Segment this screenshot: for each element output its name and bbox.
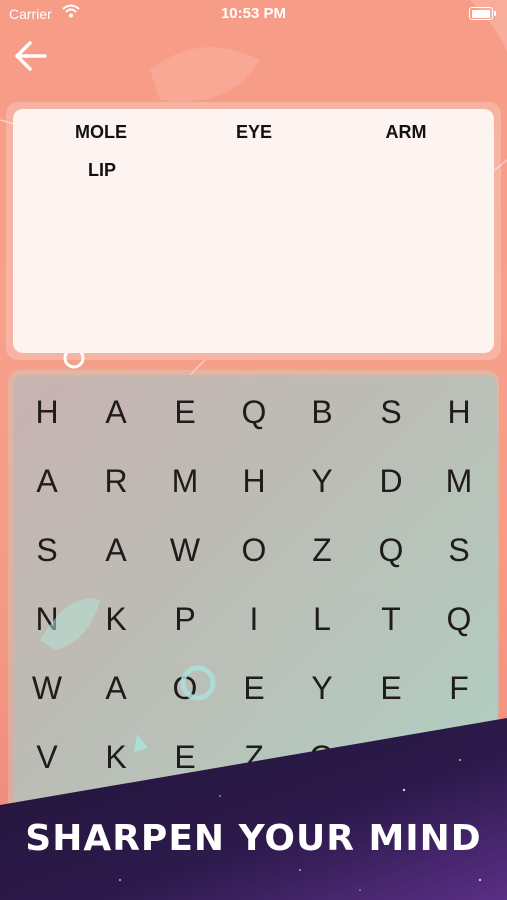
- letter-cell[interactable]: H: [429, 387, 489, 437]
- letter-cell[interactable]: B: [292, 387, 352, 437]
- letter-cell[interactable]: Q: [429, 594, 489, 644]
- target-word: MOLE: [75, 122, 127, 142]
- letter-cell[interactable]: [429, 732, 489, 782]
- letter-cell[interactable]: M: [429, 456, 489, 506]
- letter-cell[interactable]: R: [86, 456, 146, 506]
- letter-cell[interactable]: Y: [292, 456, 352, 506]
- arrow-left-icon: [15, 41, 47, 71]
- letter-cell[interactable]: L: [292, 594, 352, 644]
- letter-cell[interactable]: Q: [224, 387, 284, 437]
- letter-cell[interactable]: E: [224, 663, 284, 713]
- letter-cell[interactable]: K: [86, 732, 146, 782]
- clock: 10:53 PM: [220, 5, 287, 22]
- banner-tagline: SHARPEN YOUR MIND: [25, 818, 482, 859]
- letter-cell[interactable]: O: [292, 732, 352, 782]
- letter-cell[interactable]: Z: [292, 525, 352, 575]
- letter-cell[interactable]: H: [17, 387, 77, 437]
- letter-cell[interactable]: A: [17, 456, 77, 506]
- letter-cell[interactable]: S: [429, 525, 489, 575]
- letter-cell[interactable]: A: [86, 663, 146, 713]
- letter-cell[interactable]: W: [155, 525, 215, 575]
- letter-cell[interactable]: O: [224, 525, 284, 575]
- letter-cell[interactable]: E: [155, 732, 215, 782]
- word-list-panel: MOLE EYE ARM LIP: [13, 109, 494, 353]
- letter-cell[interactable]: F: [429, 663, 489, 713]
- target-word: ARM: [385, 122, 427, 142]
- letter-cell[interactable]: T: [361, 594, 421, 644]
- letter-cell[interactable]: M: [155, 456, 215, 506]
- letter-cell[interactable]: Y: [292, 663, 352, 713]
- letter-cell[interactable]: W: [17, 663, 77, 713]
- letter-cell[interactable]: A: [86, 525, 146, 575]
- letter-cell[interactable]: Q: [361, 525, 421, 575]
- letter-cell[interactable]: Z: [224, 732, 284, 782]
- letter-cell[interactable]: I: [224, 594, 284, 644]
- letter-cell[interactable]: V: [17, 732, 77, 782]
- battery-icon: [469, 7, 496, 20]
- letter-cell[interactable]: K: [86, 594, 146, 644]
- letter-cell[interactable]: O: [155, 663, 215, 713]
- target-word: EYE: [235, 122, 273, 142]
- target-word: LIP: [87, 160, 116, 180]
- letter-cell[interactable]: D: [361, 456, 421, 506]
- back-button[interactable]: [12, 38, 52, 74]
- letter-cell[interactable]: E: [361, 663, 421, 713]
- letter-cell[interactable]: A: [86, 387, 146, 437]
- letter-cell[interactable]: P: [155, 594, 215, 644]
- letter-cell[interactable]: H: [224, 456, 284, 506]
- letter-grid: H A E Q B S H A R M H Y D M S A W O Z Q …: [13, 375, 497, 825]
- letter-cell[interactable]: S: [17, 525, 77, 575]
- letter-cell[interactable]: [361, 732, 421, 782]
- letter-cell[interactable]: S: [361, 387, 421, 437]
- letter-cell[interactable]: E: [155, 387, 215, 437]
- status-bar: Carrier 10:53 PM: [0, 0, 507, 28]
- letter-cell[interactable]: N: [17, 594, 77, 644]
